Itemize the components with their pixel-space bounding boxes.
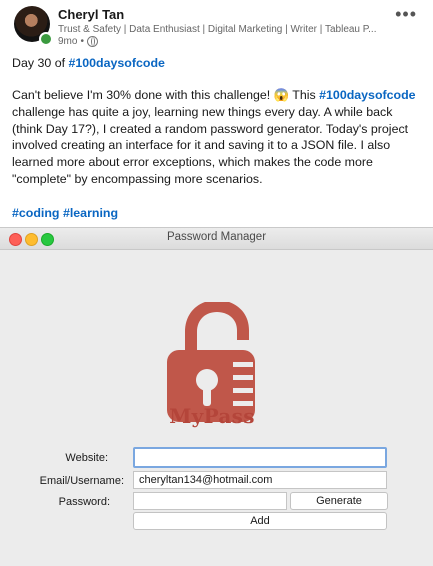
post-meta: 9mo • <box>58 36 98 47</box>
website-label: Website: <box>65 452 108 464</box>
email-input[interactable] <box>133 471 387 489</box>
globe-icon <box>86 36 98 47</box>
post-body: Can't believe I'm 30% done with this cha… <box>12 87 422 188</box>
add-button[interactable]: Add <box>133 512 387 530</box>
day-prefix: Day 30 of <box>12 56 69 70</box>
generate-password-button[interactable]: Generate Password <box>290 492 388 523</box>
window-titlebar[interactable]: Password Manager <box>0 228 433 250</box>
author-headline: Trust & Safety | Data Enthusiast | Digit… <box>58 24 377 35</box>
meta-separator: • <box>80 36 84 47</box>
password-input[interactable] <box>133 492 287 510</box>
password-label: Password: <box>58 496 110 508</box>
post-body-part2: challenge has quite a joy, learning new … <box>12 104 409 186</box>
password-manager-window: Password Manager MyPass Website: Email/U… <box>0 227 433 566</box>
hashtag-100daysofcode-inline[interactable]: #100daysofcode <box>319 88 415 102</box>
website-input[interactable] <box>133 447 387 468</box>
author-name[interactable]: Cheryl Tan <box>58 7 124 22</box>
window-title: Password Manager <box>166 231 267 243</box>
hashtag-coding[interactable]: #coding <box>12 206 60 220</box>
post-header: Cheryl Tan Trust & Safety | Data Enthusi… <box>12 4 423 47</box>
post-time: 9mo <box>58 36 78 47</box>
more-options-button[interactable]: ••• <box>395 4 417 25</box>
post-body-part1: Can't believe I'm 30% done with this cha… <box>12 88 320 102</box>
hashtag-100daysofcode[interactable]: #100daysofcode <box>68 56 164 70</box>
logo-text: MyPass <box>169 404 255 428</box>
post-day-line: Day 30 of #100daysofcode <box>12 55 422 72</box>
email-label: Email/Username: <box>39 475 124 487</box>
hashtag-learning[interactable]: #learning <box>63 206 118 220</box>
post-hashtags: #coding #learning <box>12 205 422 222</box>
online-status-dot <box>39 32 53 46</box>
